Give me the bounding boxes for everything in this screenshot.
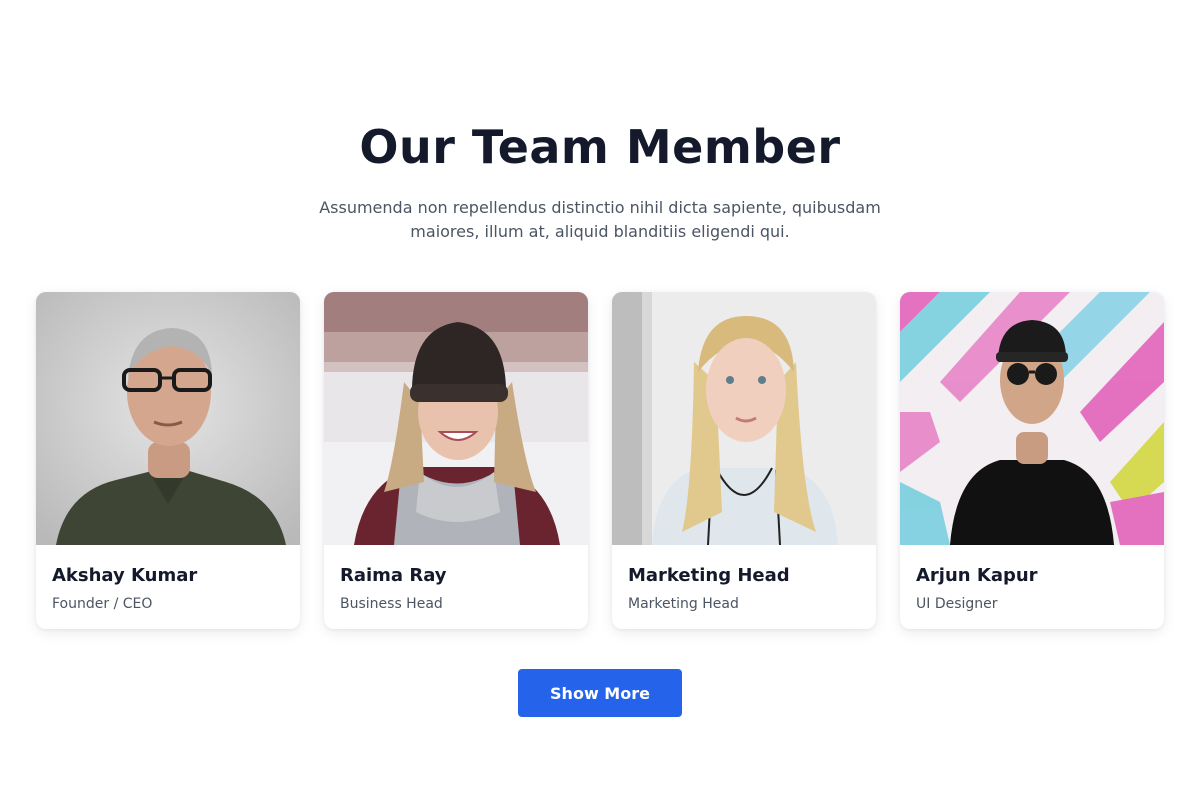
member-role: Business Head bbox=[340, 596, 443, 612]
member-role: Founder / CEO bbox=[52, 596, 153, 612]
member-photo bbox=[900, 292, 1164, 545]
member-name: Marketing Head bbox=[628, 565, 790, 586]
team-card[interactable]: Akshay Kumar Founder / CEO bbox=[36, 292, 300, 629]
member-name: Raima Ray bbox=[340, 565, 447, 586]
member-photo bbox=[36, 292, 300, 545]
member-photo bbox=[324, 292, 588, 545]
team-card[interactable]: Raima Ray Business Head bbox=[324, 292, 588, 629]
member-role: Marketing Head bbox=[628, 596, 739, 612]
team-card[interactable]: Arjun Kapur UI Designer bbox=[900, 292, 1164, 629]
member-name: Arjun Kapur bbox=[916, 565, 1038, 586]
member-role: UI Designer bbox=[916, 596, 998, 612]
team-section: Our Team Member Assumenda non repellendu… bbox=[0, 0, 1200, 800]
team-cards: Akshay Kumar Founder / CEO Raima Ray Bus… bbox=[36, 292, 1164, 629]
team-card[interactable]: Marketing Head Marketing Head bbox=[612, 292, 876, 629]
show-more-button[interactable]: Show More bbox=[518, 669, 682, 717]
member-photo bbox=[612, 292, 876, 545]
member-name: Akshay Kumar bbox=[52, 565, 198, 586]
section-subtitle: Assumenda non repellendus distinctio nih… bbox=[319, 198, 881, 241]
section-title: Our Team Member bbox=[359, 120, 841, 174]
